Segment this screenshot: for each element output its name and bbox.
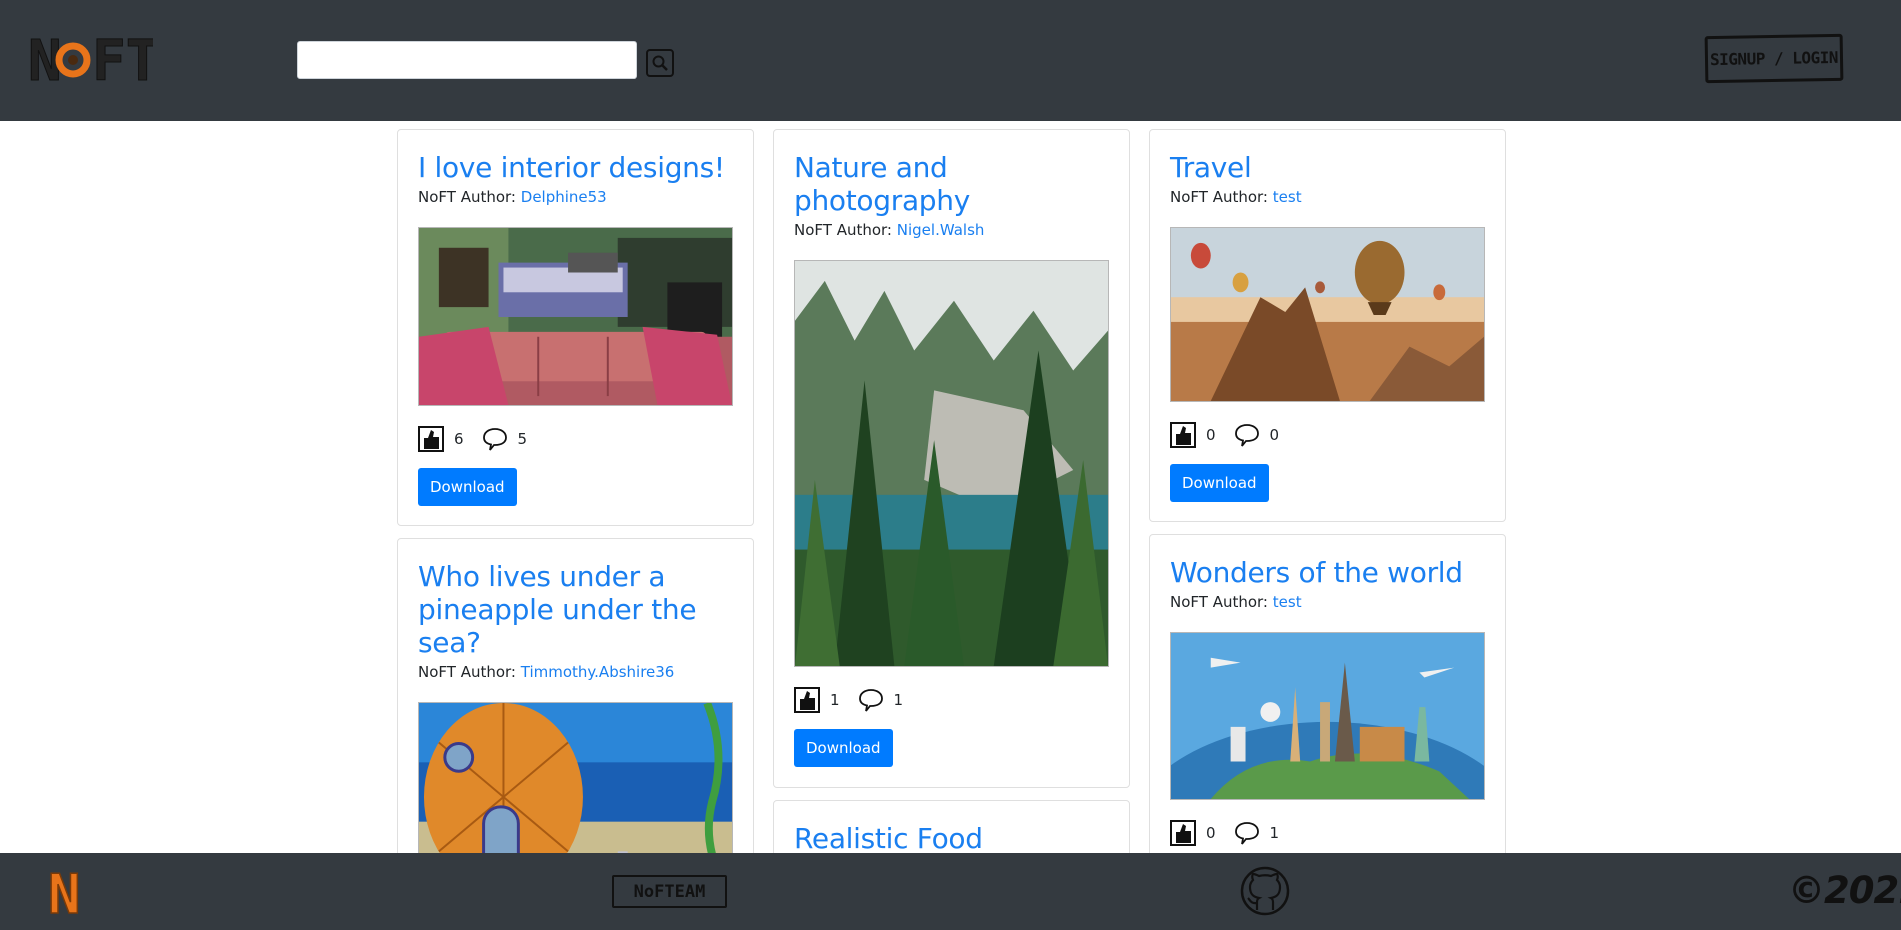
author-link[interactable]: test <box>1273 188 1302 206</box>
comments-count: 5 <box>517 430 528 448</box>
copyright-text: ©2021 <box>1788 869 1901 912</box>
likes-count: 0 <box>1206 824 1216 842</box>
comments-count: 1 <box>893 691 904 709</box>
post-title[interactable]: Wonders of the world <box>1170 556 1485 589</box>
search-input[interactable] <box>297 41 637 79</box>
footer-logo-letter: N <box>48 867 81 917</box>
post-stats: 0 0 <box>1170 422 1485 448</box>
noft-team-button[interactable]: NoFTEAM <box>612 875 727 908</box>
download-button[interactable]: Download <box>418 468 517 506</box>
thumbs-up-icon[interactable] <box>794 687 820 713</box>
footer-logo[interactable]: N <box>46 862 92 927</box>
search-button[interactable] <box>646 49 674 77</box>
author-link[interactable]: Timmothy.Abshire36 <box>521 663 675 681</box>
post-title[interactable]: Realistic Food <box>794 822 1109 855</box>
author-prefix: NoFT Author: <box>1170 188 1268 206</box>
post-image[interactable] <box>794 260 1109 667</box>
comments-count: 0 <box>1269 426 1280 444</box>
post-title[interactable]: Travel <box>1170 151 1485 184</box>
author-prefix: NoFT Author: <box>418 188 516 206</box>
comments-count: 1 <box>1269 824 1280 842</box>
author-prefix: NoFT Author: <box>794 221 892 239</box>
author-line: NoFT Author: Nigel.Walsh <box>794 219 1109 242</box>
thumbs-up-icon[interactable] <box>1170 422 1196 448</box>
post-title[interactable]: Nature and photography <box>794 151 1054 217</box>
author-link[interactable]: Nigel.Walsh <box>897 221 985 239</box>
post-card: Travel NoFT Author: test 0 0 Download <box>1149 129 1506 522</box>
comment-icon[interactable] <box>1234 422 1260 448</box>
author-link[interactable]: Delphine53 <box>521 188 607 206</box>
post-card: Nature and photography NoFT Author: Nige… <box>773 129 1130 788</box>
post-title[interactable]: I love interior designs! <box>418 151 733 184</box>
svg-text:FT: FT <box>92 30 153 88</box>
noft-logo[interactable]: N FT <box>28 29 160 95</box>
likes-count: 1 <box>830 691 840 709</box>
footer: N NoFTEAM ©2021 <box>0 853 1901 930</box>
author-line: NoFT Author: test <box>1170 591 1485 614</box>
author-prefix: NoFT Author: <box>1170 593 1268 611</box>
post-title[interactable]: Who lives under a pineapple under the se… <box>418 560 718 659</box>
comment-icon[interactable] <box>482 426 508 452</box>
download-button[interactable]: Download <box>1170 464 1269 502</box>
post-image[interactable] <box>1170 227 1485 402</box>
likes-count: 0 <box>1206 426 1216 444</box>
post-card: I love interior designs! NoFT Author: De… <box>397 129 754 526</box>
author-line: NoFT Author: Timmothy.Abshire36 <box>418 661 733 684</box>
author-line: NoFT Author: test <box>1170 186 1485 209</box>
author-line: NoFT Author: Delphine53 <box>418 186 733 209</box>
signup-login-button[interactable]: SIGNUP / LOGIN <box>1704 33 1844 84</box>
post-stats: 1 1 <box>794 687 1109 713</box>
thumbs-up-icon[interactable] <box>418 426 444 452</box>
post-stats: 0 1 <box>1170 820 1485 846</box>
author-link[interactable]: test <box>1273 593 1302 611</box>
post-image[interactable] <box>418 227 733 406</box>
comment-icon[interactable] <box>858 687 884 713</box>
post-image[interactable] <box>1170 632 1485 800</box>
likes-count: 6 <box>454 430 464 448</box>
top-navbar: N FT SIGNUP / LOGIN <box>0 0 1901 121</box>
thumbs-up-icon[interactable] <box>1170 820 1196 846</box>
search-icon <box>648 54 672 72</box>
download-button[interactable]: Download <box>794 729 893 767</box>
comment-icon[interactable] <box>1234 820 1260 846</box>
author-prefix: NoFT Author: <box>418 663 516 681</box>
github-icon[interactable] <box>1240 866 1290 916</box>
post-stats: 6 5 <box>418 426 733 452</box>
